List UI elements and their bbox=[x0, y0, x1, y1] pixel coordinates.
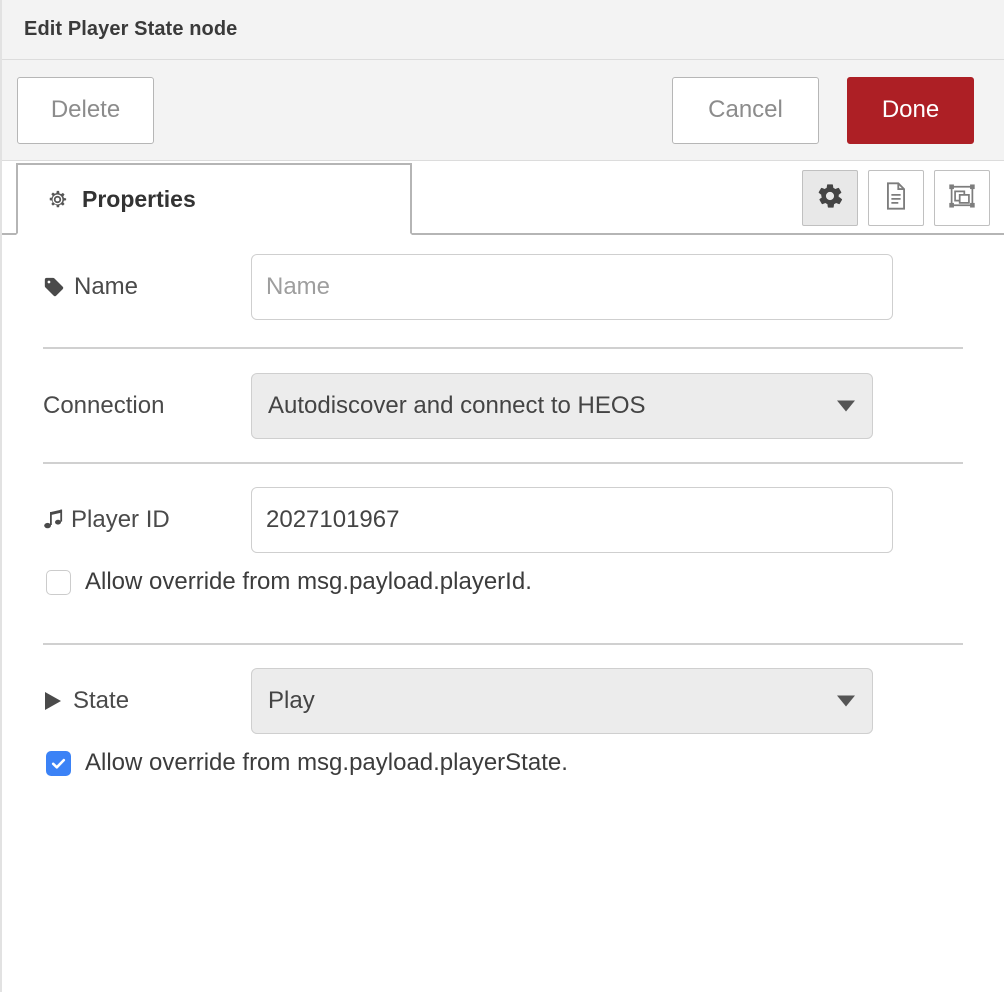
connection-select[interactable]: Autodiscover and connect to HEOS bbox=[251, 372, 873, 439]
state-override-checkbox[interactable] bbox=[46, 750, 71, 776]
tab-properties[interactable]: Properties bbox=[16, 163, 412, 235]
tab-properties-label: Properties bbox=[82, 185, 196, 212]
row-name: Name bbox=[2, 235, 1004, 330]
appearance-layout-icon bbox=[947, 182, 977, 215]
player-id-override-checkbox[interactable] bbox=[46, 569, 71, 595]
music-note-icon bbox=[43, 508, 65, 532]
done-button[interactable]: Done bbox=[847, 76, 974, 144]
appearance-layout-icon-button[interactable] bbox=[934, 170, 990, 226]
gear-icon bbox=[816, 182, 844, 215]
state-override-checkbox-row[interactable]: Allow override from msg.payload.playerSt… bbox=[2, 749, 1004, 777]
name-label: Name bbox=[43, 273, 251, 301]
connection-label: Connection bbox=[43, 392, 251, 420]
primary-actions: Cancel Done bbox=[672, 76, 974, 144]
edit-node-dialog: Edit Player State node Delete Cancel Don… bbox=[0, 0, 1004, 992]
description-document-icon bbox=[882, 181, 910, 216]
properties-form: Name Connection Autodiscover and connect… bbox=[2, 235, 1004, 777]
connection-select-value: Autodiscover and connect to HEOS bbox=[268, 391, 646, 419]
page-title: Edit Player State node bbox=[24, 18, 238, 40]
row-state: State Play bbox=[2, 645, 1004, 757]
player-id-label-text: Player ID bbox=[71, 506, 170, 533]
state-select[interactable]: Play bbox=[251, 668, 873, 734]
player-id-override-checkbox-row[interactable]: Allow override from msg.payload.playerId… bbox=[2, 568, 1004, 596]
name-input[interactable] bbox=[251, 254, 893, 320]
player-id-override-label: Allow override from msg.payload.playerId… bbox=[85, 568, 532, 595]
tag-icon bbox=[43, 276, 65, 298]
gear-icon bbox=[46, 188, 69, 211]
state-select-wrap: Play bbox=[251, 668, 873, 734]
row-player-id: Player ID bbox=[2, 464, 1004, 576]
player-id-label: Player ID bbox=[43, 506, 251, 534]
player-id-input[interactable] bbox=[251, 487, 893, 553]
state-label-text: State bbox=[73, 687, 130, 714]
properties-gear-icon-button[interactable] bbox=[802, 170, 858, 226]
connection-label-text: Connection bbox=[43, 391, 165, 419]
play-triangle-icon bbox=[43, 690, 63, 712]
node-editor-tab-icons bbox=[802, 170, 990, 226]
connection-select-wrap: Autodiscover and connect to HEOS bbox=[251, 372, 873, 439]
description-document-icon-button[interactable] bbox=[868, 170, 924, 226]
dialog-button-bar: Delete Cancel Done bbox=[2, 60, 1004, 161]
row-connection: Connection Autodiscover and connect to H… bbox=[2, 349, 1004, 462]
cancel-button[interactable]: Cancel bbox=[672, 76, 819, 144]
state-select-value: Play bbox=[268, 687, 315, 714]
tab-bar: Properties bbox=[2, 161, 1004, 235]
name-label-text: Name bbox=[74, 273, 139, 300]
dialog-titlebar: Edit Player State node bbox=[2, 0, 1004, 60]
state-label: State bbox=[43, 687, 251, 715]
delete-button[interactable]: Delete bbox=[17, 76, 154, 144]
state-override-label: Allow override from msg.payload.playerSt… bbox=[85, 749, 568, 776]
